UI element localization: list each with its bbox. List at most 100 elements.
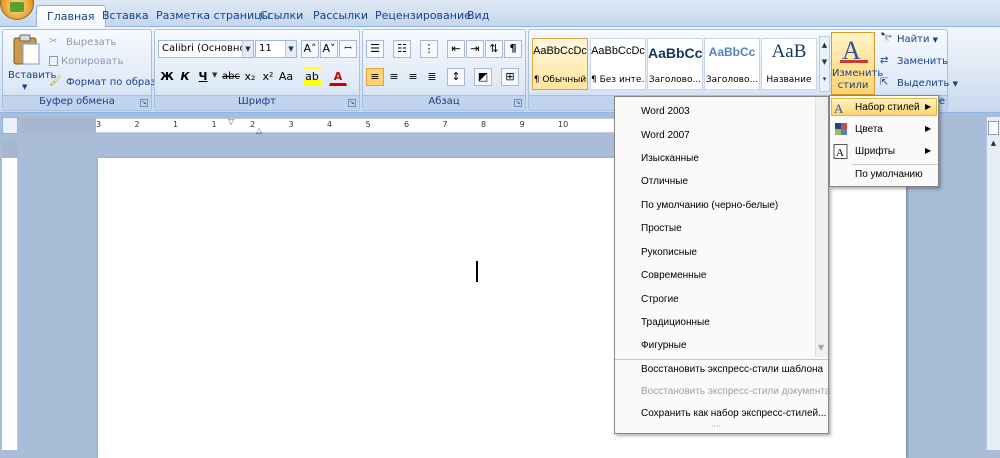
grow-font-button[interactable]: A˄: [301, 40, 319, 58]
menu-item-fancy[interactable]: Фигурные: [641, 340, 687, 351]
paint-bucket-icon: ◩: [477, 70, 489, 83]
horizontal-ruler[interactable]: 3 2 1 1 2 3 4 5 6 7 8 9 10: [96, 118, 616, 133]
quick-style-normal[interactable]: AaBbCcDc ¶ Обычный: [532, 38, 588, 90]
save-style-set[interactable]: Сохранить как набор экспресс-стилей...: [641, 408, 826, 419]
clipboard-group: Вставить ▼ ✂ Вырезать Копировать 🖌 Формат …: [2, 29, 168, 111]
menu-item-elegant[interactable]: Изысканные: [641, 153, 699, 164]
vertical-ruler[interactable]: [2, 140, 18, 450]
font-name-value: Calibri (Основной те: [162, 43, 253, 54]
menu-resize-grip[interactable]: ····: [711, 422, 721, 431]
shading-button[interactable]: ◩: [474, 68, 492, 86]
ruler-tick-label: 1: [173, 120, 179, 129]
font-size-value: 11: [259, 43, 272, 54]
increase-indent-button[interactable]: ⇥: [466, 40, 484, 58]
text-cursor: [476, 261, 478, 282]
clear-formatting-button[interactable]: ꟷ: [339, 40, 357, 58]
borders-button[interactable]: ⊞: [501, 68, 519, 86]
chevron-down-icon[interactable]: ▼: [818, 343, 824, 352]
bold-button[interactable]: Ж: [158, 68, 176, 86]
menu-scrollbar[interactable]: ▼: [815, 97, 828, 357]
align-center-button[interactable]: ≡: [385, 68, 403, 86]
shrink-font-button[interactable]: A˅: [320, 40, 338, 58]
indent-marker-icon[interactable]: △: [256, 126, 262, 135]
menu-item-default[interactable]: По умолчанию: [855, 169, 923, 180]
menu-item-colors[interactable]: Цвета ▶: [855, 124, 931, 135]
font-size-combo[interactable]: 11 ▼: [255, 40, 297, 58]
quick-style-heading1[interactable]: AaBbCc Заголово...: [647, 38, 703, 90]
scissors-icon: ✂: [49, 36, 58, 47]
vertical-scrollbar[interactable]: ▲: [986, 117, 1000, 450]
paragraph-group: ☰ ☷ ⋮ ⇤ ⇥ ⇅ ¶ ≡ ≡ ≡ ≣ ↕ ◩ ⊞ Абзац ↘: [362, 29, 526, 111]
menu-item-manuscript[interactable]: Рукописные: [641, 247, 697, 258]
quick-style-heading2[interactable]: AaBbCc Заголово...: [704, 38, 760, 90]
menu-item-traditional[interactable]: Традиционные: [641, 317, 710, 328]
change-styles-button[interactable]: A Изменить стили: [831, 32, 883, 95]
ruler-tick-label: 8: [481, 120, 487, 129]
ruler-tab-selector[interactable]: [2, 117, 18, 134]
underline-button[interactable]: Ч: [194, 68, 212, 86]
menu-item-default-bw[interactable]: По умолчанию (черно-белые): [641, 200, 778, 211]
change-case-button[interactable]: Aa: [277, 68, 295, 86]
superscript-button[interactable]: x²: [259, 68, 277, 86]
strikethrough-button[interactable]: abc: [221, 68, 240, 86]
binoculars-icon: 🔭: [880, 33, 893, 44]
indent-icon: ⇥: [470, 42, 480, 55]
ruler-tick-label: 2: [250, 120, 256, 129]
replace-label: Заменить: [897, 56, 948, 67]
menu-item-style-set[interactable]: Набор стилей ▶: [855, 102, 931, 113]
colors-label: Цвета: [855, 124, 883, 135]
decrease-indent-button[interactable]: ⇤: [447, 40, 465, 58]
menu-item-modern[interactable]: Современные: [641, 270, 706, 281]
chevron-up-icon[interactable]: ▲: [988, 139, 999, 153]
font-color-button[interactable]: A: [329, 68, 347, 86]
justify-button[interactable]: ≣: [423, 68, 441, 86]
paste-button[interactable]: Вставить ▼: [7, 34, 56, 94]
highlight-button[interactable]: ab: [303, 68, 321, 86]
font-group-label: Шрифт: [155, 95, 359, 110]
find-label: Найти: [897, 34, 930, 45]
gallery-scroll[interactable]: ▲ ▼ ▾: [819, 36, 830, 92]
chevron-down-icon[interactable]: ▼: [242, 41, 253, 57]
show-formatting-button[interactable]: ¶: [504, 40, 522, 58]
tab-view[interactable]: Вид: [457, 5, 499, 27]
restore-template-styles[interactable]: Восстановить экспресс-стили шаблона: [641, 364, 823, 375]
chevron-down-icon[interactable]: ▼: [285, 41, 296, 57]
format-painter-button[interactable]: 🖌 Формат по образцу: [49, 76, 168, 88]
quick-style-no-spacing[interactable]: AaBbCcDc ¶ Без инте...: [590, 38, 646, 90]
bullets-button[interactable]: ☰: [366, 40, 384, 58]
ruler-tick-label: 6: [404, 120, 410, 129]
change-styles-menu: A Набор стилей ▶ Цвета ▶ A Шрифты ▶ По умол…: [829, 95, 939, 187]
menu-item-word2003[interactable]: Word 2003: [641, 106, 690, 117]
align-right-button[interactable]: ≡: [404, 68, 422, 86]
copy-label: Копировать: [61, 56, 124, 67]
chevron-down-icon[interactable]: ▼: [212, 71, 217, 79]
font-name-combo[interactable]: Calibri (Основной те ▼: [158, 40, 254, 58]
menu-item-distinctive[interactable]: Отличные: [641, 176, 688, 187]
multilevel-list-button[interactable]: ⋮: [420, 40, 438, 58]
sort-button[interactable]: ⇅: [485, 40, 503, 58]
align-left-icon: ≡: [370, 70, 380, 83]
numbering-button[interactable]: ☷: [393, 40, 411, 58]
clipboard-dialog-launcher[interactable]: ↘: [140, 99, 148, 107]
find-button[interactable]: 🔭 Найти ▼: [880, 33, 938, 45]
menu-item-word2007[interactable]: Word 2007: [641, 130, 690, 141]
quick-style-title[interactable]: AaB Название: [761, 38, 817, 90]
view-ruler-icon[interactable]: [988, 121, 999, 135]
multilevel-list-icon: ⋮: [423, 42, 435, 55]
italic-button[interactable]: К: [176, 68, 194, 86]
indent-marker-icon[interactable]: ▽: [228, 117, 234, 126]
replace-button[interactable]: ⇄ Заменить: [880, 55, 948, 67]
font-dialog-launcher[interactable]: ↘: [348, 99, 356, 107]
fonts-label: Шрифты: [855, 146, 896, 157]
subscript-button[interactable]: x₂: [241, 68, 259, 86]
cut-button[interactable]: ✂ Вырезать: [49, 36, 116, 48]
copy-button[interactable]: Копировать: [49, 56, 123, 67]
paintbrush-icon: 🖌: [49, 76, 62, 87]
align-left-button[interactable]: ≡: [366, 68, 384, 86]
line-spacing-button[interactable]: ↕: [447, 68, 465, 86]
menu-item-fonts[interactable]: Шрифты ▶: [855, 146, 931, 157]
menu-item-simple[interactable]: Простые: [641, 223, 682, 234]
paragraph-dialog-launcher[interactable]: ↘: [514, 99, 522, 107]
menu-item-formal[interactable]: Строгие: [641, 294, 679, 305]
select-button[interactable]: ⇱ Выделить ▼: [880, 77, 958, 89]
